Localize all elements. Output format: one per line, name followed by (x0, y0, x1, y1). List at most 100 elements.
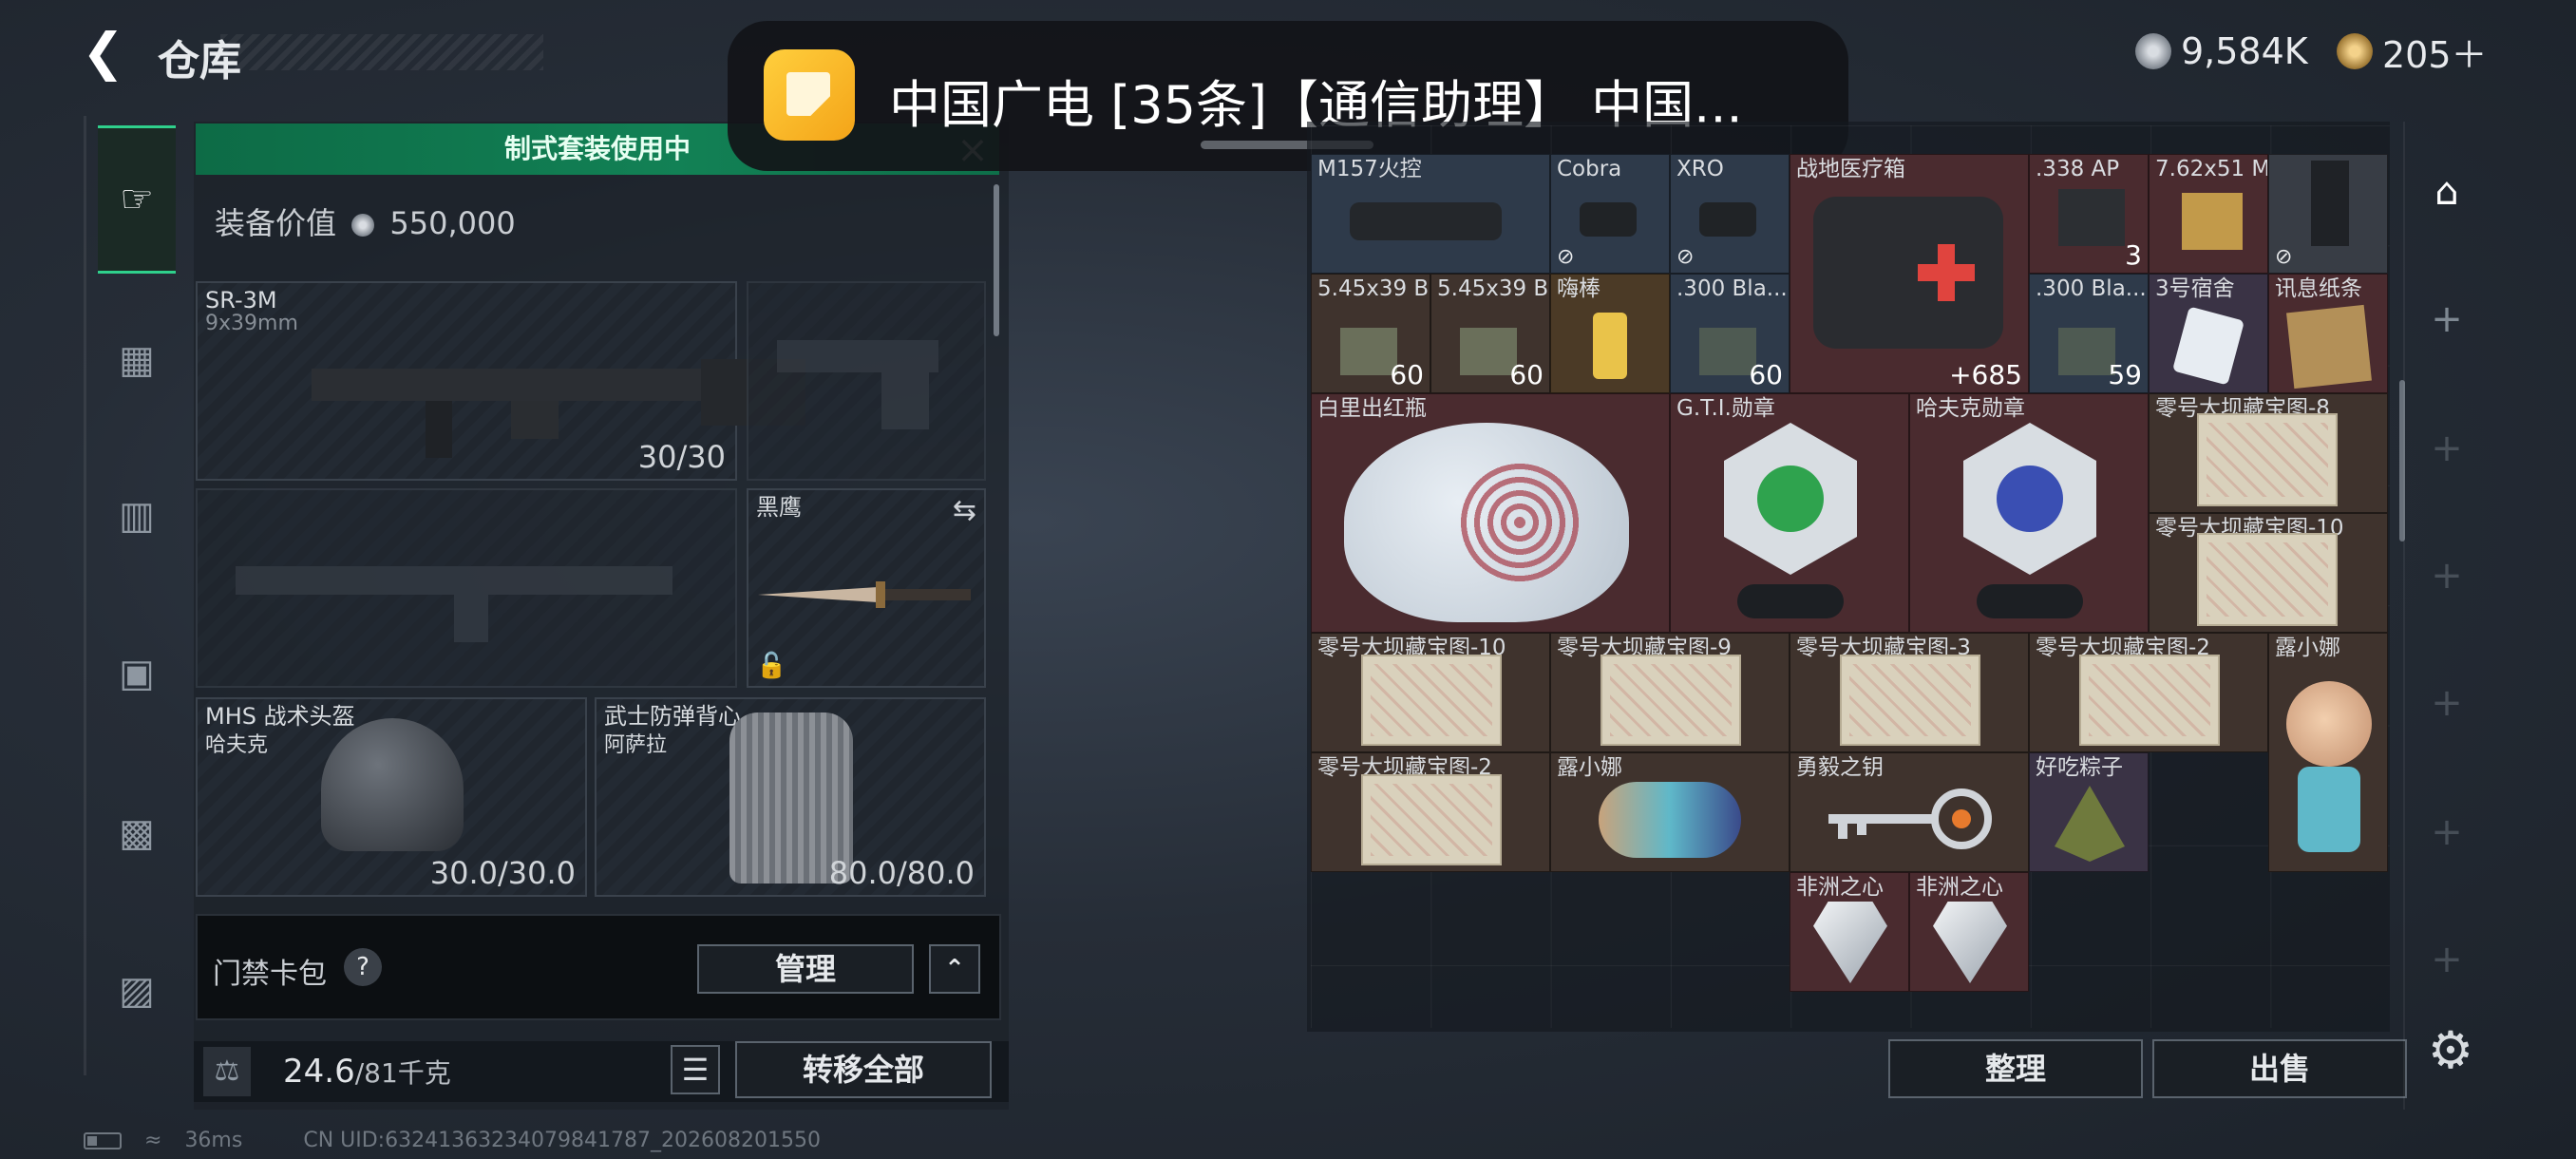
nav-armor-icon[interactable]: ▦ (98, 321, 176, 399)
uid-text: CN UID:6324136323407984178​7_20260820155… (303, 1129, 821, 1152)
stash-item[interactable]: M157火控 (1311, 154, 1550, 274)
item-name: 5.45x39 BS (1317, 276, 1430, 301)
drink-image (1593, 313, 1627, 379)
ammo-image (1460, 328, 1517, 375)
no-trade-icon: ⊘ (1676, 245, 1695, 269)
stash-item[interactable]: 7.62x51 M61 (2149, 154, 2268, 274)
stash-item[interactable]: 零号大坝藏宝图-9 (1550, 633, 1790, 752)
stash-item[interactable]: 勇毅之钥 (1790, 752, 2029, 872)
item-name: 3号宿舍 (2155, 276, 2235, 301)
add-tab-icon[interactable]: + (2411, 674, 2483, 732)
figurine-lying-image (1599, 782, 1741, 858)
stash-item[interactable]: 讯息纸条 (2268, 274, 2388, 393)
nav-case-icon[interactable]: ▩ (98, 794, 176, 872)
secondary-weapon-slot-empty[interactable] (196, 488, 737, 688)
medal-image (1724, 423, 1857, 575)
primary-weapon-slot[interactable]: SR-3M 9x39mm 30/30 (196, 281, 805, 481)
warehouse-tab-icon[interactable]: ⌂ (2411, 163, 2483, 220)
stash-item[interactable]: 零号大坝藏宝图-3 (1790, 633, 2029, 752)
back-arrow-icon[interactable]: ❮ (82, 23, 133, 82)
figurine-body-image (2298, 767, 2360, 852)
stash-item[interactable]: 露小娜 (2268, 633, 2388, 872)
medal-stand (1737, 584, 1844, 618)
stash-item[interactable]: 零号大坝藏宝图-2 (2029, 633, 2268, 752)
no-trade-icon: ⊘ (1557, 245, 1575, 269)
stash-item[interactable]: 非洲之心 (1790, 872, 1909, 992)
item-name: 非洲之心 (1796, 875, 1884, 900)
stash-item[interactable]: 3号宿舍 (2149, 274, 2268, 393)
item-name: G.T.I.勋章 (1676, 396, 1775, 421)
add-tab-icon[interactable]: + (2411, 804, 2483, 861)
manage-button[interactable]: 管理 (697, 944, 914, 994)
stash-item[interactable]: 战地医疗箱 +685 (1790, 154, 2029, 393)
category-nav: ☞ ▦ ▥ ▣ ▩ ▨ (84, 116, 182, 1075)
slot-sub: 9x39mm (205, 312, 298, 335)
ammo-image (2058, 328, 2115, 375)
treasure-map-image (1361, 774, 1502, 865)
item-name: 哈夫克勋章 (1916, 396, 2025, 421)
stash-item[interactable]: 白里出红瓶 (1311, 393, 1670, 633)
pistol-slot-empty[interactable] (747, 281, 986, 481)
wifi-icon: ≈ (144, 1129, 162, 1152)
transfer-all-button[interactable]: 转移全部 (735, 1041, 992, 1098)
stash-item[interactable]: 露小娜 (1550, 752, 1790, 872)
stash-item[interactable]: 非洲之心 (1909, 872, 2029, 992)
list-icon[interactable]: ☰ (671, 1045, 720, 1094)
stash-item[interactable]: 5.45x39 BS 60 (1311, 274, 1430, 393)
stash-item[interactable]: 好吃粽子 (2029, 752, 2149, 872)
melee-slot[interactable]: 黑鹰 ⇆ 🔓 (747, 488, 986, 688)
weight-kg-icon: ⚖ (203, 1047, 251, 1096)
stash-item[interactable]: 哈夫克勋章 (1909, 393, 2149, 633)
ammo-box-image (2182, 193, 2243, 250)
item-name: .300 Bla... BCP-SUB (2036, 276, 2148, 301)
nav-toolbox-icon[interactable]: ▨ (98, 952, 176, 1030)
loadout-scrollbar[interactable] (994, 184, 999, 336)
diamond-image (1933, 902, 2007, 983)
gear-icon[interactable]: ⚙ (2420, 1020, 2481, 1081)
pistol-silhouette-icon (777, 340, 938, 429)
chevron-up-icon[interactable]: ⌃ (929, 944, 980, 994)
slot-name: SR-3M (205, 287, 277, 314)
stash-item[interactable]: Cobra ⊘ (1550, 154, 1670, 274)
scope-image (1350, 202, 1502, 240)
add-tab-icon[interactable]: + (2411, 547, 2483, 604)
treasure-map-image (2079, 655, 2220, 746)
nav-weapon-icon[interactable]: ☞ (98, 125, 176, 274)
stash-item[interactable]: 零号大坝藏宝图-2 (1311, 752, 1550, 872)
stash-item[interactable]: G.T.I.勋章 (1670, 393, 1909, 633)
add-tab-icon[interactable]: + (2411, 931, 2483, 988)
stash-item[interactable]: 零号大坝藏宝图-8 (2149, 393, 2388, 513)
sell-button[interactable]: 出售 (2152, 1039, 2407, 1098)
item-name: 露小娜 (2275, 636, 2340, 660)
stash-item[interactable]: ⊘ (2268, 154, 2388, 274)
add-tab-icon[interactable]: + (2411, 291, 2483, 348)
stash-item[interactable]: .338 AP 3 (2029, 154, 2149, 274)
item-count: +685 (1949, 359, 2022, 390)
stash-item[interactable]: .300 Bla... BCP-SUB 59 (2029, 274, 2149, 393)
gold-currency[interactable]: 205＋ (2337, 25, 2488, 78)
stash-item[interactable]: XRO ⊘ (1670, 154, 1790, 274)
stash-item[interactable]: .300 Bla... BCP-SUB 60 (1670, 274, 1790, 393)
help-icon[interactable]: ? (344, 948, 382, 986)
item-name: 白里出红瓶 (1317, 396, 1427, 421)
weight-max: /81千克 (354, 1057, 451, 1089)
stash-item[interactable]: 零号大坝藏宝图-10 (1311, 633, 1550, 752)
stash-item[interactable]: 零号大坝藏宝图-10 (2149, 513, 2388, 633)
helmet-slot[interactable]: MHS 战术头盔 哈夫克 30.0/30.0 (196, 697, 587, 897)
knife-image (758, 581, 971, 608)
sort-button[interactable]: 整理 (1888, 1039, 2143, 1098)
silver-currency[interactable]: 9,584K (2135, 25, 2308, 78)
slot-name: 武士防弹背心 (604, 703, 741, 730)
item-name: XRO (1676, 157, 1724, 181)
item-count: 60 (1509, 359, 1544, 390)
stash-item[interactable]: 5.45x39 BS 60 (1430, 274, 1550, 393)
stash-item[interactable]: 嗨棒 (1550, 274, 1670, 393)
slot-ammo: 30/30 (637, 439, 726, 475)
swap-icon[interactable]: ⇆ (953, 494, 976, 527)
armor-slot[interactable]: 武士防弹背心 阿萨拉 80.0/80.0 (595, 697, 986, 897)
nav-backpack-icon[interactable]: ▣ (98, 635, 176, 712)
item-name: 露小娜 (1557, 755, 1622, 780)
nav-chest-rig-icon[interactable]: ▥ (98, 477, 176, 555)
add-tab-icon[interactable]: + (2411, 420, 2483, 477)
medal-stand (1977, 584, 2083, 618)
